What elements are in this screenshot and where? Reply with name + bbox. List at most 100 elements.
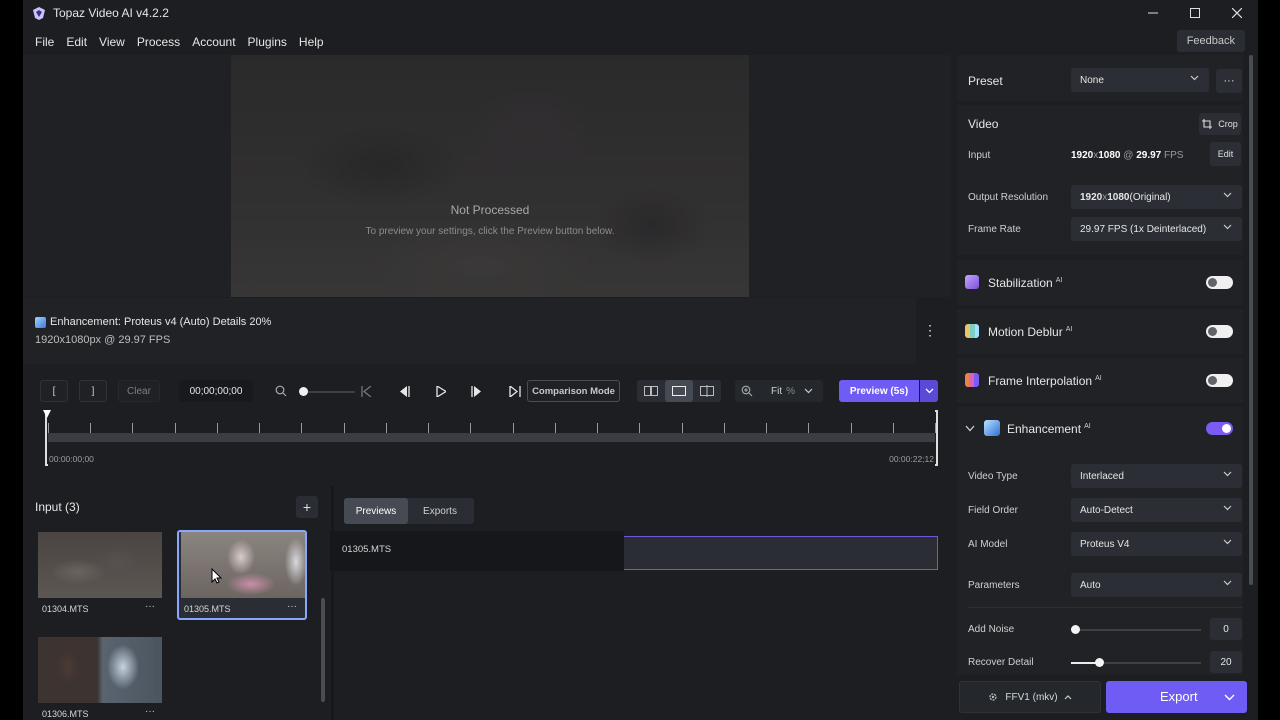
input-thumbnail [181, 532, 305, 598]
magnifier-icon [275, 385, 287, 397]
timeline-tick [428, 423, 430, 433]
stabilization-toggle[interactable] [1206, 276, 1233, 289]
timeline-tick [216, 423, 218, 433]
maximize-button[interactable] [1174, 0, 1216, 26]
timeline-tick [935, 423, 936, 433]
input-label: Input [968, 150, 991, 161]
timeline-tick [470, 423, 472, 433]
motion-deblur-toggle[interactable] [1206, 325, 1233, 338]
add-noise-slider[interactable] [1071, 629, 1201, 631]
codec-label: FFV1 (mkv) [1005, 691, 1058, 703]
edit-input-button[interactable]: Edit [1210, 142, 1241, 166]
side-by-side-view-button[interactable] [637, 380, 665, 402]
file-more-icon[interactable]: ··· [145, 706, 155, 717]
feedback-button[interactable]: Feedback [1176, 30, 1245, 52]
zoom-search-icon[interactable] [273, 380, 289, 402]
video-type-dropdown[interactable]: Interlaced [1071, 464, 1242, 488]
previous-frame-button[interactable] [397, 380, 411, 402]
mark-in-button[interactable]: [ [40, 380, 68, 402]
add-noise-value[interactable]: 0 [1210, 618, 1242, 640]
close-button[interactable] [1216, 0, 1258, 26]
go-to-end-button[interactable] [508, 380, 522, 402]
crop-button[interactable]: Crop [1199, 113, 1241, 135]
menu-help[interactable]: Help [293, 35, 330, 49]
collapse-chevron-icon[interactable] [965, 425, 975, 432]
export-bar: FFV1 (mkv) Export [951, 677, 1258, 720]
preset-label: Preset [968, 74, 1003, 88]
recover-detail-knob[interactable] [1095, 658, 1104, 667]
menu-view[interactable]: View [93, 35, 131, 49]
menu-file[interactable]: File [29, 35, 60, 49]
more-options-icon[interactable]: ⋮ [923, 322, 937, 339]
menu-process[interactable]: Process [131, 35, 186, 49]
ai-model-dropdown[interactable]: Proteus V4 [1071, 532, 1242, 556]
clear-button[interactable]: Clear [118, 380, 160, 402]
input-file-card[interactable]: 01306.MTS ··· [35, 635, 163, 720]
input-title: Input (3) [35, 500, 80, 514]
input-file-name: 01304.MTS [42, 604, 89, 614]
chevron-down-icon [1223, 539, 1232, 545]
timeline-zoom-slider[interactable] [301, 391, 355, 393]
single-view-button[interactable] [665, 380, 693, 402]
menu-account[interactable]: Account [186, 35, 241, 49]
timeline-tick [723, 423, 725, 433]
recover-detail-value[interactable]: 20 [1210, 651, 1242, 673]
preset-more-button[interactable]: ··· [1216, 69, 1242, 93]
motion-deblur-section: Motion Deblur AI [957, 309, 1243, 354]
parameters-label: Parameters [968, 580, 1020, 591]
tab-exports[interactable]: Exports [408, 498, 472, 524]
chevron-down-icon [925, 388, 933, 394]
toggle-knob [1222, 424, 1231, 433]
frame-interpolation-toggle[interactable] [1206, 374, 1233, 387]
add-input-button[interactable]: + [296, 496, 318, 518]
mark-out-button[interactable]: ] [79, 380, 107, 402]
input-scrollbar[interactable] [321, 598, 325, 702]
timecode-input[interactable]: 00;00;00;00 [179, 380, 253, 402]
timeline[interactable]: 00:00:00;00 00:00:22;12 [43, 410, 938, 466]
go-to-start-button[interactable] [359, 380, 373, 402]
output-resolution-dropdown[interactable]: 1920 x 1080 (Original) [1071, 185, 1242, 209]
menu-edit[interactable]: Edit [60, 35, 93, 49]
menu-plugins[interactable]: Plugins [242, 35, 293, 49]
motion-deblur-text: Motion Deblur [988, 325, 1063, 339]
frame-rate-dropdown[interactable]: 29.97 FPS (1x Deinterlaced) [1071, 217, 1242, 241]
next-frame-button[interactable] [470, 380, 484, 402]
play-button[interactable] [434, 380, 448, 402]
file-more-icon[interactable]: ··· [145, 601, 155, 612]
preview-options-button[interactable] [920, 380, 938, 402]
export-button[interactable]: Export [1106, 681, 1247, 713]
field-order-dropdown[interactable]: Auto-Detect [1071, 498, 1242, 522]
minimize-button[interactable] [1132, 0, 1174, 26]
comparison-mode-button[interactable]: Comparison Mode [527, 380, 620, 402]
preview-viewport[interactable]: Not Processed To preview your settings, … [23, 55, 951, 297]
input-file-name: 01305.MTS [184, 604, 231, 614]
preview-button[interactable]: Preview (5s) [839, 380, 919, 402]
file-more-icon[interactable]: ··· [287, 601, 297, 612]
parameters-dropdown[interactable]: Auto [1071, 573, 1242, 597]
input-file-card-selected[interactable]: 01305.MTS ··· [177, 530, 307, 620]
preview-overlay [231, 55, 749, 297]
frame-rate-value: 29.97 FPS (1x Deinterlaced) [1080, 223, 1207, 235]
title-bar: Topaz Video AI v4.2.2 [23, 0, 1258, 26]
input-at: @ [1120, 150, 1137, 161]
settings-scrollbar[interactable] [1249, 55, 1253, 585]
add-noise-label: Add Noise [968, 624, 1015, 635]
step-forward-icon [471, 385, 481, 397]
export-options-chevron-icon[interactable] [1224, 694, 1235, 701]
timeline-tick [259, 423, 261, 433]
timeline-tick [681, 423, 683, 433]
timeline-end-time: 00:00:22;12 [889, 454, 934, 464]
preset-dropdown[interactable]: None [1071, 68, 1209, 92]
add-noise-knob[interactable] [1071, 625, 1080, 634]
enhancement-toggle[interactable] [1206, 422, 1233, 435]
tab-previews[interactable]: Previews [344, 498, 408, 524]
split-view-button[interactable] [693, 380, 721, 402]
timeline-track[interactable] [48, 433, 935, 442]
playhead[interactable] [43, 410, 51, 418]
zoom-fit-control[interactable]: Fit % [735, 380, 823, 402]
preview-clip-row[interactable]: 01305.MTS [330, 531, 938, 571]
codec-button[interactable]: FFV1 (mkv) [959, 681, 1101, 713]
timeline-out-handle[interactable] [935, 410, 938, 466]
input-file-card[interactable]: 01304.MTS ··· [35, 530, 163, 620]
timeline-zoom-knob[interactable] [299, 387, 308, 396]
